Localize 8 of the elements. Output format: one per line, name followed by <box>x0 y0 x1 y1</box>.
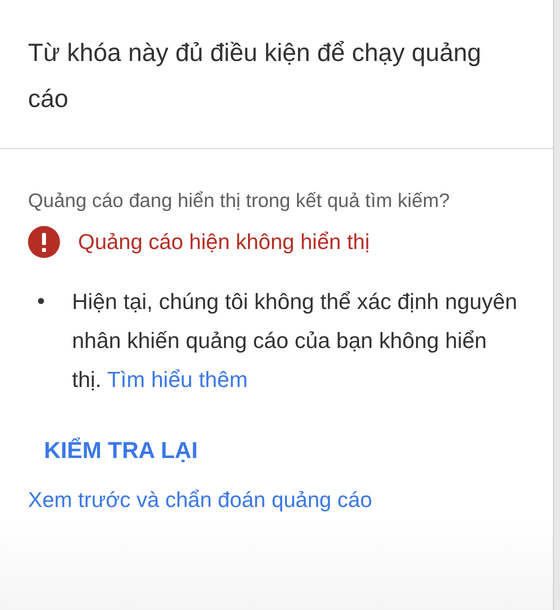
reason-text: Hiện tại, chúng tôi không thể xác định nguyên nhân khiến quảng cáo của bạn không hiển thị. Tìm hiểu thêm <box>72 288 518 394</box>
bullet-icon <box>38 298 44 304</box>
status-text: Quảng cáo hiện không hiển thị <box>78 230 370 254</box>
recheck-button[interactable]: KIỂM TRA LẠI <box>28 429 214 472</box>
learn-more-link[interactable]: Tìm hiểu thêm <box>107 367 248 392</box>
preview-link[interactable]: Xem trước và chẩn đoán quảng cáo <box>28 488 372 513</box>
question-text: Quảng cáo đang hiển thị trong kết quả tìm kiếm? <box>28 189 451 214</box>
dialog-title: Từ khóa này đủ điều kiện để chạy quảng cáo <box>28 38 482 115</box>
